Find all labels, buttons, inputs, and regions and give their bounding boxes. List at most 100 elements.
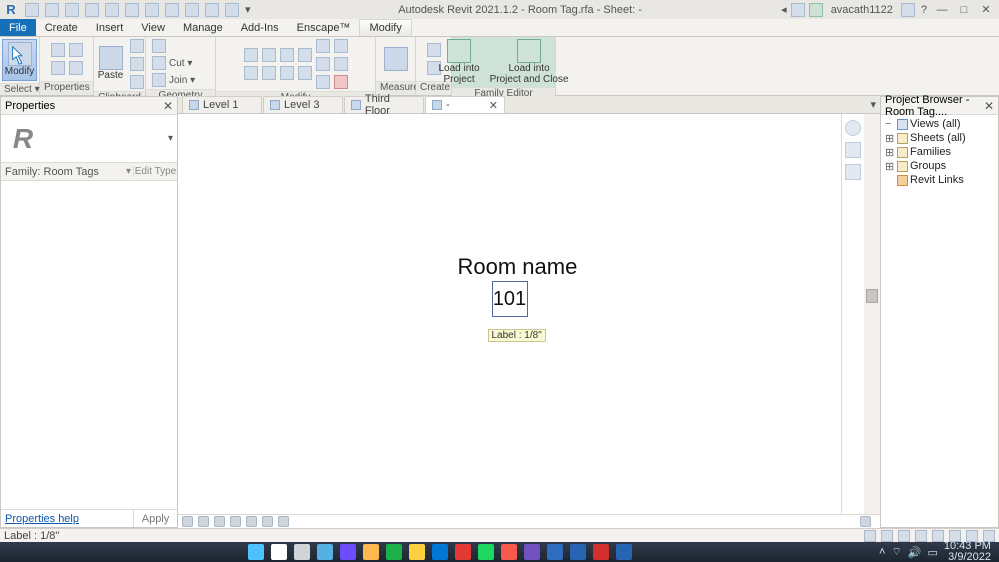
room-name-label[interactable]: Room name (458, 254, 578, 280)
room-number-label[interactable]: 101 (492, 281, 528, 317)
browser-views[interactable]: −Views (all) (883, 117, 998, 131)
view-tab-third-floor[interactable]: Third Floor (344, 96, 424, 113)
tab-enscape[interactable]: Enscape™ (288, 19, 360, 36)
taskbar-app-10[interactable] (478, 544, 494, 560)
tab-add-ins[interactable]: Add-Ins (232, 19, 288, 36)
taskbar-app-13[interactable] (547, 544, 563, 560)
measure-qat-icon[interactable] (145, 3, 159, 17)
modify-tool-button[interactable]: Modify (2, 39, 37, 81)
drawing-canvas[interactable]: Room name 101 Label : 1/8" (178, 114, 842, 514)
taskbar-app-12[interactable] (524, 544, 540, 560)
join-geom-icon[interactable] (152, 73, 166, 87)
scale-icon[interactable] (316, 75, 330, 89)
minimize-button[interactable]: — (933, 3, 951, 17)
copy-icon[interactable] (130, 57, 144, 71)
crop-region-icon[interactable] (278, 516, 289, 527)
unpin-icon[interactable] (334, 57, 348, 71)
move-icon[interactable] (244, 66, 258, 80)
tab-create[interactable]: Create (36, 19, 87, 36)
visual-style-icon[interactable] (214, 516, 225, 527)
battery-icon[interactable]: ▭ (927, 546, 937, 559)
detail-level-icon[interactable] (198, 516, 209, 527)
views-overflow-icon[interactable]: ▾ (866, 96, 880, 113)
taskbar-app-0[interactable] (248, 544, 264, 560)
browser-sheets[interactable]: ⊞Sheets (all) (883, 131, 998, 145)
system-clock[interactable]: 10:43 PM3/9/2022 (944, 541, 991, 562)
type-dropdown-icon[interactable]: ▾ (168, 133, 173, 144)
close-window-button[interactable]: ✕ (977, 3, 995, 17)
aa-icon[interactable] (791, 3, 805, 17)
taskbar-app-4[interactable] (340, 544, 356, 560)
browser-families[interactable]: ⊞Families (883, 145, 998, 159)
view-tab-sheet[interactable]: -✕ (425, 96, 505, 113)
cart-icon[interactable] (901, 3, 915, 17)
tab-file[interactable]: File (0, 19, 36, 36)
taskbar-app-16[interactable] (616, 544, 632, 560)
tray-overflow-icon[interactable]: ˄ (879, 546, 885, 558)
select-panel-label[interactable]: Select ▾ (0, 83, 39, 96)
sync-icon[interactable] (65, 3, 79, 17)
split-icon[interactable] (316, 39, 330, 53)
cope-icon[interactable] (152, 39, 166, 53)
crop-view-icon[interactable] (262, 516, 273, 527)
thin-lines-icon[interactable] (185, 3, 199, 17)
instance-properties-icon[interactable] (51, 61, 65, 75)
pin-icon[interactable] (334, 39, 348, 53)
measure-button[interactable] (381, 39, 411, 79)
design-options-icon[interactable] (898, 530, 910, 542)
pan-icon[interactable] (845, 164, 861, 180)
scale-selector[interactable] (182, 516, 193, 527)
taskbar-app-8[interactable] (432, 544, 448, 560)
taskbar-app-11[interactable] (501, 544, 517, 560)
view-tab-close-button[interactable]: ✕ (489, 99, 498, 112)
property-filter[interactable]: Family: Room Tags (1, 166, 124, 178)
load-into-project-and-close-button[interactable]: Load into Project and Close (487, 39, 572, 85)
view-tab-level-1[interactable]: Level 1 (182, 96, 262, 113)
taskbar-app-5[interactable] (363, 544, 379, 560)
cut-icon[interactable] (130, 39, 144, 53)
mirror-draw-icon[interactable] (298, 48, 312, 62)
load-into-project-button[interactable]: Load into Project (435, 39, 482, 85)
tab-view[interactable]: View (132, 19, 174, 36)
steering-wheel-icon[interactable] (845, 120, 861, 136)
help-icon[interactable]: ? (919, 4, 929, 16)
paste-button[interactable]: Paste (95, 39, 127, 89)
copy-tool-icon[interactable] (262, 66, 276, 80)
type-properties-icon[interactable] (51, 43, 65, 57)
redo-icon[interactable] (105, 3, 119, 17)
text-qat-icon[interactable] (165, 3, 179, 17)
zoom-icon[interactable] (845, 142, 861, 158)
cut-geom-icon[interactable] (152, 56, 166, 70)
wifi-icon[interactable]: ⌔ (891, 545, 901, 559)
shadows-icon[interactable] (246, 516, 257, 527)
offset-icon[interactable] (262, 48, 276, 62)
print-icon[interactable] (125, 3, 139, 17)
editing-requests-icon[interactable] (881, 530, 893, 542)
tab-modify[interactable]: Modify (359, 19, 411, 36)
taskbar-app-9[interactable] (455, 544, 471, 560)
zoom-home-icon[interactable] (860, 516, 871, 527)
taskbar-app-14[interactable] (570, 544, 586, 560)
maximize-button[interactable]: □ (955, 3, 973, 17)
taskbar-app-6[interactable] (386, 544, 402, 560)
type-selector[interactable]: R ▾ (1, 115, 177, 163)
save-icon[interactable] (45, 3, 59, 17)
family-category-icon[interactable] (69, 61, 83, 75)
match-icon[interactable] (130, 75, 144, 89)
volume-icon[interactable]: 🔊 (908, 546, 922, 559)
undo-icon[interactable] (85, 3, 99, 17)
project-browser-close-button[interactable]: ✕ (984, 99, 994, 113)
taskbar-app-3[interactable] (317, 544, 333, 560)
qat-dropdown-icon[interactable]: ▾ (245, 3, 259, 17)
rotate-icon[interactable] (280, 66, 294, 80)
delete-icon[interactable] (334, 75, 348, 89)
trim-extend-icon[interactable] (298, 66, 312, 80)
properties-help-link[interactable]: Properties help (1, 510, 133, 527)
keytips-icon[interactable]: ◂ (781, 3, 787, 16)
browser-groups[interactable]: ⊞Groups (883, 159, 998, 173)
selection-filter-icon[interactable] (915, 530, 927, 542)
edit-type-button[interactable]: Edit Type (133, 166, 177, 177)
array-icon[interactable] (316, 57, 330, 71)
align-icon[interactable] (244, 48, 258, 62)
taskbar-app-1[interactable] (271, 544, 287, 560)
